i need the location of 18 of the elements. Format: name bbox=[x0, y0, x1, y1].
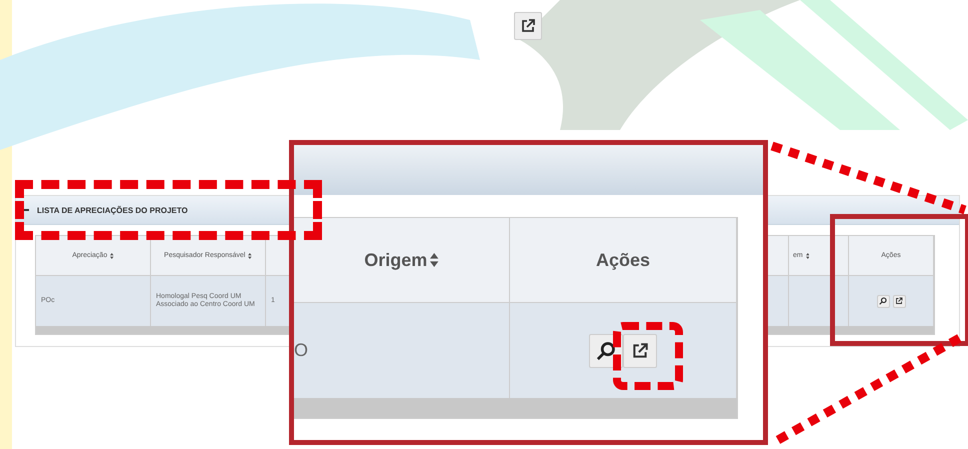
highlight-frame bbox=[613, 322, 683, 390]
sort-icon[interactable] bbox=[806, 252, 810, 258]
search-icon bbox=[879, 297, 887, 305]
column-header: Origem bbox=[364, 250, 428, 270]
external-link-icon bbox=[631, 342, 649, 360]
table-cell: O bbox=[294, 340, 308, 361]
open-link-button[interactable] bbox=[514, 12, 542, 40]
sort-icon[interactable] bbox=[110, 252, 114, 258]
external-link-icon bbox=[520, 18, 536, 34]
external-link-icon bbox=[895, 297, 903, 305]
open-link-button[interactable] bbox=[623, 334, 657, 368]
sort-icon[interactable] bbox=[248, 252, 252, 258]
column-header: Ações bbox=[596, 250, 650, 270]
panel-title: LISTA DE APRECIAÇÕES DO PROJETO bbox=[37, 206, 188, 214]
search-icon bbox=[596, 340, 616, 360]
sort-icon[interactable] bbox=[430, 253, 439, 267]
view-button[interactable] bbox=[876, 294, 890, 308]
open-link-button[interactable] bbox=[892, 294, 906, 308]
